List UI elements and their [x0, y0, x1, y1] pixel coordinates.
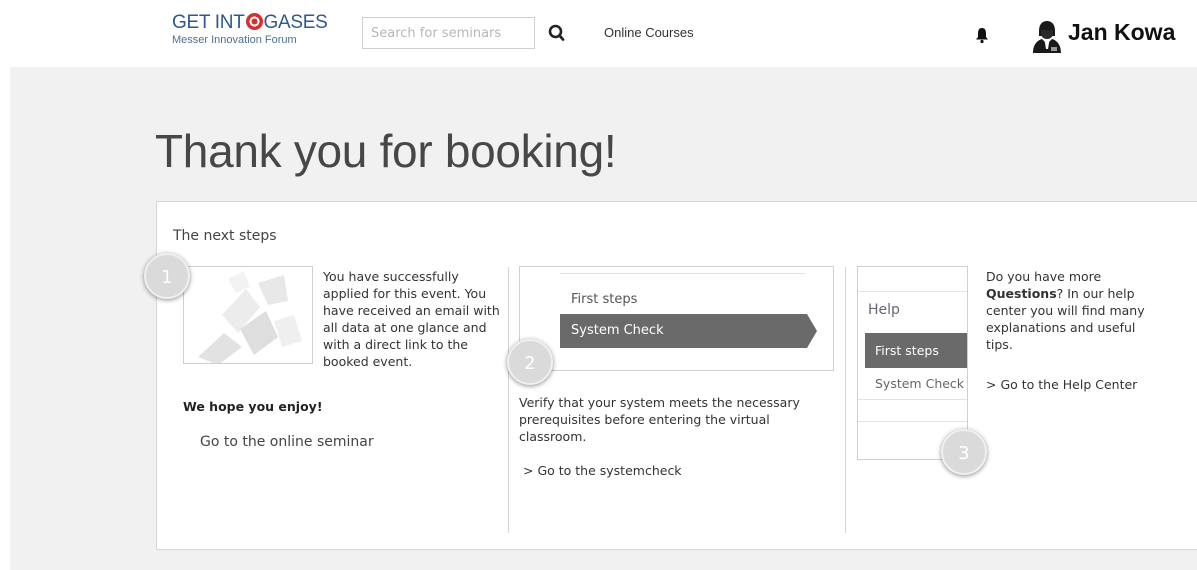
step-badge-1: 1 [144, 253, 190, 299]
logo-title: GET INT GASES [172, 12, 328, 33]
logo-subtitle: Messer Innovation Forum [172, 34, 297, 46]
step-badge-3: 3 [941, 429, 987, 475]
enjoy-text: We hope you enjoy! [183, 399, 323, 414]
booking-illustration [183, 266, 313, 364]
target-icon [245, 13, 263, 30]
preview-system-check: System Check [875, 376, 965, 391]
top-header: GET INT GASES Messer Innovation Forum Onl… [0, 0, 1197, 67]
preview-help: Help [868, 302, 900, 318]
site-logo[interactable]: GET INT GASES Messer Innovation Forum [172, 12, 328, 47]
user-name[interactable]: Jan Kowa [1068, 19, 1175, 46]
go-to-help-center-link[interactable]: > Go to the Help Center [986, 377, 1137, 392]
preview-first-steps-active: First steps [865, 333, 967, 368]
logo-text-get-into: GET INT [172, 12, 245, 33]
next-steps-panel [156, 201, 1197, 550]
preview-first-steps: First steps [571, 292, 638, 307]
panel-title: The next steps [173, 228, 277, 244]
column-divider [508, 267, 509, 533]
step3-description: Do you have more Questions? In our help … [986, 268, 1166, 353]
step3-text-questions: Questions [986, 286, 1057, 301]
step2-description: Verify that your system meets the necess… [519, 395, 800, 444]
step1-description: You have successfully applied for this e… [323, 269, 500, 369]
column-divider [845, 267, 846, 533]
system-check-preview: First steps System Check [519, 266, 834, 371]
preview-divider [560, 273, 805, 274]
page-title: Thank you for booking! [155, 125, 617, 177]
help-center-preview: Help First steps System Check [857, 266, 968, 460]
go-to-systemcheck-link[interactable]: > Go to the systemcheck [523, 463, 682, 478]
preview-divider [858, 291, 967, 292]
search-icon[interactable] [547, 22, 567, 44]
preview-divider [858, 399, 967, 400]
step3-text-pre: Do you have more [986, 269, 1102, 284]
search-input[interactable] [362, 17, 535, 49]
preview-divider [858, 421, 967, 422]
bell-icon[interactable] [975, 26, 989, 44]
user-avatar-icon[interactable] [1030, 19, 1064, 53]
logo-text-gases: GASES [263, 12, 328, 33]
nav-online-courses[interactable]: Online Courses [604, 25, 694, 40]
preview-system-check-active: System Check [560, 314, 817, 348]
go-to-online-seminar-link[interactable]: Go to the online seminar [200, 434, 374, 450]
step-badge-2: 2 [507, 339, 553, 385]
